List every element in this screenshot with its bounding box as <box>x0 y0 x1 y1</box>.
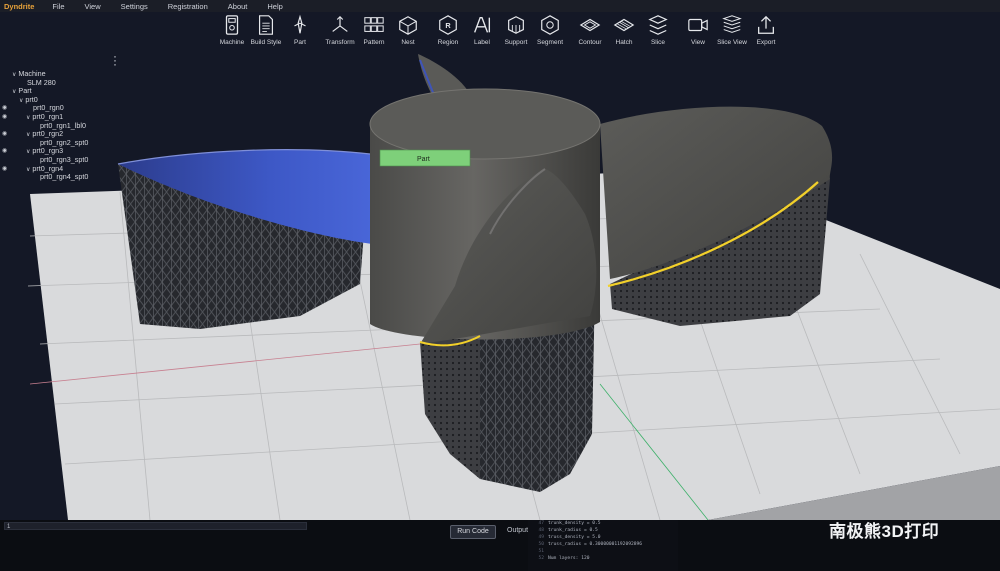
nest-icon <box>399 16 417 35</box>
pattern-button[interactable]: Pattern <box>357 14 391 54</box>
label-label: Label <box>474 39 490 46</box>
output-line: 47 trunk_density = 0.5 <box>528 520 678 527</box>
machine-label: Machine <box>219 39 245 46</box>
line-number: 49 <box>538 535 544 540</box>
segment-label: Segment <box>536 39 564 46</box>
console-line-number: 1 <box>7 524 11 530</box>
line-text: trunk_density = 0.5 <box>548 521 601 526</box>
view-label: View <box>691 39 705 46</box>
slice-view-icon <box>722 15 742 33</box>
machine-icon <box>225 15 239 35</box>
output-panel: 47 trunk_density = 0.5 48 trunk_radius = 0… <box>528 520 678 571</box>
part-icon <box>294 14 306 34</box>
line-text: Num layers: 120 <box>548 556 590 561</box>
toolbar: Machine Build Style Part Transform Patte… <box>215 14 783 54</box>
export-label: Export <box>756 39 776 46</box>
part-label: Part <box>294 39 306 46</box>
hatch-button[interactable]: Hatch <box>607 14 641 54</box>
output-label: Output <box>507 527 529 534</box>
line-text: truss_density = 5.0 <box>548 535 601 540</box>
line-number: 50 <box>538 542 544 547</box>
region-button[interactable]: R Region <box>431 14 465 54</box>
support-label: Support <box>504 39 528 46</box>
output-line: 51 <box>528 548 678 555</box>
transform-button[interactable]: Transform <box>323 14 357 54</box>
part-button[interactable]: Part <box>283 14 317 54</box>
segment-button[interactable]: Segment <box>533 14 567 54</box>
hatch-icon <box>613 18 635 32</box>
line-number: 47 <box>538 521 544 526</box>
support-icon <box>508 16 524 34</box>
contour-icon <box>579 18 601 32</box>
script-console-input[interactable]: 1 <box>4 522 307 530</box>
run-code-button[interactable]: Run Code <box>450 525 496 539</box>
pattern-icon <box>364 17 384 32</box>
watermark: 南极熊3D打印 <box>829 522 940 541</box>
line-number: 52 <box>538 556 544 561</box>
menu-settings[interactable]: Settings <box>121 2 148 11</box>
line-text: truss_radius = 0.30000001192092896 <box>548 542 643 547</box>
slice-icon <box>648 15 668 35</box>
export-button[interactable]: Export <box>749 14 783 54</box>
menu-view[interactable]: View <box>85 2 101 11</box>
line-number: 51 <box>538 549 544 554</box>
pattern-label: Pattern <box>363 39 385 46</box>
machine-button[interactable]: Machine <box>215 14 249 54</box>
build-style-label: Build Style <box>250 39 282 46</box>
line-text: trunk_radius = 0.5 <box>548 528 598 533</box>
svg-text:R: R <box>445 21 451 30</box>
contour-label: Contour <box>578 39 602 46</box>
part-label-text: Part <box>417 156 430 163</box>
output-line: 49 truss_density = 5.0 <box>528 534 678 541</box>
transform-label: Transform <box>325 39 355 46</box>
menu-about[interactable]: About <box>228 2 248 11</box>
region-icon: R <box>439 15 457 35</box>
camera-icon <box>688 18 708 32</box>
contour-button[interactable]: Contour <box>573 14 607 54</box>
transform-icon <box>332 15 348 32</box>
line-number: 48 <box>538 528 544 533</box>
region-label: Region <box>437 39 459 46</box>
build-style-button[interactable]: Build Style <box>249 14 283 54</box>
output-line: 52 Num layers: 120 <box>528 555 678 562</box>
menu-registration[interactable]: Registration <box>168 2 208 11</box>
slice-button[interactable]: Slice <box>641 14 675 54</box>
slice-label: Slice <box>650 39 666 46</box>
part-label-tag[interactable]: Part <box>379 149 471 167</box>
label-button[interactable]: Label <box>465 14 499 54</box>
segment-icon <box>541 15 559 35</box>
nest-button[interactable]: Nest <box>391 14 425 54</box>
3d-viewport[interactable]: Part <box>0 54 1000 520</box>
label-icon <box>474 16 491 33</box>
support-button[interactable]: Support <box>499 14 533 54</box>
output-line: 48 trunk_radius = 0.5 <box>528 527 678 534</box>
hatch-label: Hatch <box>615 39 633 46</box>
menu-bar: Dyndrite File View Settings Registration… <box>0 0 1000 12</box>
slice-view-label: Slice View <box>717 39 747 46</box>
menu-help[interactable]: Help <box>267 2 282 11</box>
build-style-icon <box>258 15 274 35</box>
view-button[interactable]: View <box>681 14 715 54</box>
app-name: Dyndrite <box>4 1 35 11</box>
nest-label: Nest <box>401 39 415 46</box>
export-icon <box>758 15 774 34</box>
slice-view-button[interactable]: Slice View <box>715 14 749 54</box>
output-line: 50 truss_radius = 0.30000001192092896 <box>528 541 678 548</box>
menu-file[interactable]: File <box>52 2 64 11</box>
